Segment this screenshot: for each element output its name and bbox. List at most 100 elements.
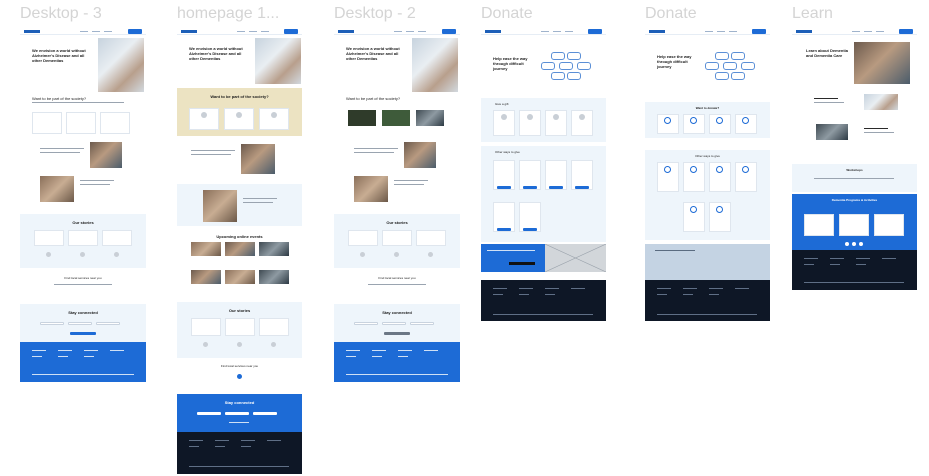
- story-card[interactable]: [225, 318, 255, 336]
- email-field[interactable]: [96, 322, 120, 325]
- story-card[interactable]: [259, 318, 289, 336]
- frame-label-desktop-2[interactable]: Desktop - 2: [334, 5, 416, 23]
- program-card[interactable]: [839, 214, 869, 236]
- frame-label-homepage[interactable]: homepage 1...: [177, 5, 279, 23]
- program-card[interactable]: [804, 214, 834, 236]
- stay-connected-title: Stay connected: [68, 310, 98, 315]
- donate-section: Want to donate?: [645, 102, 770, 138]
- society-section: Want to be part of the society?: [177, 88, 302, 136]
- cta-image-placeholder: [545, 244, 606, 272]
- donate-button[interactable]: [588, 29, 602, 34]
- newsletter-section: Stay connected: [334, 304, 460, 342]
- story-card[interactable]: [34, 230, 64, 246]
- stories-section: Our stories: [177, 302, 302, 358]
- frame-label-donate-1[interactable]: Donate: [481, 5, 533, 23]
- name-field[interactable]: [354, 322, 378, 325]
- hero-image: [98, 38, 144, 92]
- section-title: Give a gift: [495, 102, 509, 106]
- site-header: [177, 28, 302, 35]
- logo[interactable]: [485, 30, 501, 33]
- event-image[interactable]: [191, 242, 221, 256]
- event-image[interactable]: [225, 242, 255, 256]
- frame-donate-2[interactable]: Help ease the way through difficult jour…: [645, 28, 770, 321]
- donate-button[interactable]: [752, 29, 766, 34]
- hero-image: [412, 38, 458, 92]
- frame-desktop-3[interactable]: We envision a world without Alzheimer's …: [20, 28, 146, 382]
- give-section: Give a gift: [481, 98, 606, 142]
- story-card[interactable]: [102, 230, 132, 246]
- hero-title: Help ease the way through difficult jour…: [657, 54, 692, 69]
- site-footer: [792, 250, 917, 290]
- cta-banner: [481, 244, 545, 272]
- hero-title: Help ease the way through difficult jour…: [493, 56, 528, 71]
- role-card[interactable]: [66, 112, 96, 134]
- email-field[interactable]: [382, 322, 406, 325]
- subscribe-button[interactable]: [70, 332, 96, 335]
- email-field[interactable]: [410, 322, 434, 325]
- newsletter-section: Stay connected: [177, 394, 302, 432]
- email-field[interactable]: [68, 322, 92, 325]
- frame-label-learn[interactable]: Learn: [792, 5, 833, 23]
- frame-donate-1[interactable]: Help ease the way through difficult jour…: [481, 28, 606, 321]
- frame-homepage[interactable]: We envision a world without Alzheimer's …: [177, 28, 302, 474]
- event-image[interactable]: [225, 270, 255, 284]
- logo[interactable]: [649, 30, 665, 33]
- programs-title: Dementia Programs & Activities: [831, 198, 878, 202]
- hero-title: We envision a world without Alzheimer's …: [346, 46, 400, 61]
- donate-button[interactable]: [442, 29, 456, 34]
- logo[interactable]: [24, 30, 40, 33]
- name-field[interactable]: [40, 322, 64, 325]
- story-card[interactable]: [416, 230, 446, 246]
- event-image[interactable]: [191, 270, 221, 284]
- event-image[interactable]: [259, 242, 289, 256]
- frame-desktop-2[interactable]: We envision a world without Alzheimer's …: [334, 28, 460, 382]
- cta-button[interactable]: [509, 262, 535, 265]
- name-field[interactable]: [197, 412, 221, 415]
- frame-label-donate-2[interactable]: Donate: [645, 5, 697, 23]
- role-card[interactable]: [32, 112, 62, 134]
- story-card[interactable]: [191, 318, 221, 336]
- stories-title: Our stories: [228, 308, 251, 313]
- carousel-dot[interactable]: [852, 242, 856, 246]
- design-canvas: Desktop - 3 homepage 1... Desktop - 2 Do…: [0, 0, 929, 476]
- events-title: Upcoming online events: [216, 234, 263, 239]
- role-image[interactable]: [348, 110, 376, 126]
- site-header: [792, 28, 917, 35]
- frame-learn[interactable]: Learn about Dementia and Dementia Care W…: [792, 28, 917, 290]
- cta-banner: [645, 244, 770, 280]
- frame-label-desktop-3[interactable]: Desktop - 3: [20, 5, 102, 23]
- hero-title: We envision a world without Alzheimer's …: [32, 48, 86, 63]
- subscribe-button[interactable]: [384, 332, 410, 335]
- carousel-dot[interactable]: [859, 242, 863, 246]
- role-card[interactable]: [100, 112, 130, 134]
- logo[interactable]: [796, 30, 812, 33]
- article-image: [241, 144, 275, 174]
- site-header: [645, 28, 770, 35]
- program-card[interactable]: [874, 214, 904, 236]
- site-header: [334, 28, 460, 35]
- email-field[interactable]: [253, 412, 277, 415]
- newsletter-section: Stay connected: [20, 304, 146, 342]
- logo[interactable]: [338, 30, 354, 33]
- section-title: Want to be part of the society?: [32, 96, 87, 101]
- logo[interactable]: [181, 30, 197, 33]
- site-footer: [645, 280, 770, 321]
- find-services-title: Find local services near you: [64, 276, 102, 280]
- story-card[interactable]: [382, 230, 412, 246]
- donate-button[interactable]: [899, 29, 913, 34]
- carousel-dot[interactable]: [845, 242, 849, 246]
- section2-title: Other ways to give: [695, 154, 720, 158]
- donate-button[interactable]: [284, 29, 298, 34]
- role-image[interactable]: [382, 110, 410, 126]
- story-card[interactable]: [68, 230, 98, 246]
- email-field[interactable]: [225, 412, 249, 415]
- event-image[interactable]: [259, 270, 289, 284]
- donate-button[interactable]: [128, 29, 142, 34]
- site-footer: [20, 342, 146, 382]
- hero-image: [255, 38, 301, 84]
- section2-title: Other ways to give: [495, 150, 520, 154]
- hero-title: Learn about Dementia and Dementia Care: [806, 48, 849, 58]
- role-image[interactable]: [416, 110, 444, 126]
- programs-section: Dementia Programs & Activities: [792, 194, 917, 254]
- story-card[interactable]: [348, 230, 378, 246]
